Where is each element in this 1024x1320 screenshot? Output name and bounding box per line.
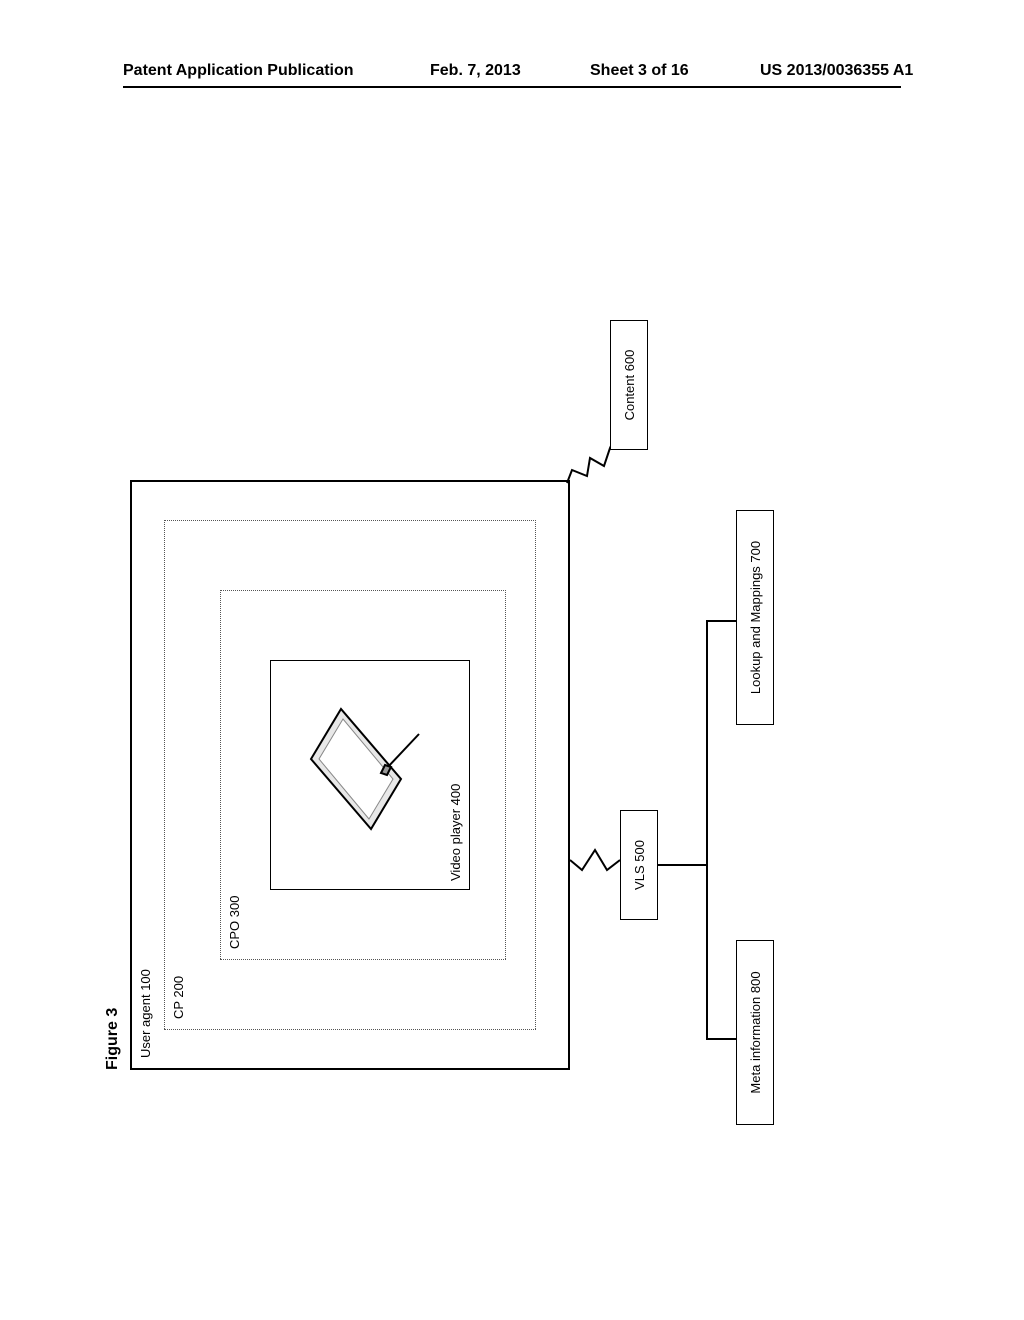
- tablet-device-icon: [301, 699, 436, 839]
- video-player-box: Video player 400: [270, 660, 470, 890]
- header-sheet: Sheet 3 of 16: [590, 62, 689, 80]
- connector-line: [706, 1038, 736, 1040]
- connector-line: [706, 620, 736, 622]
- header-publication-type: Patent Application Publication: [123, 62, 354, 80]
- connector-line: [706, 620, 708, 1040]
- figure-title: Figure 3: [104, 1008, 122, 1070]
- vls-box: VLS 500: [620, 810, 658, 920]
- vls-label: VLS 500: [632, 840, 647, 890]
- lookup-mappings-box: Lookup and Mappings 700: [736, 510, 774, 725]
- meta-information-label: Meta information 800: [748, 971, 763, 1093]
- content-label: Content 600: [622, 350, 637, 421]
- header-publication-number: US 2013/0036355 A1: [760, 62, 913, 80]
- cp-label: CP 200: [171, 976, 186, 1019]
- header-divider: [123, 86, 901, 88]
- zigzag-connector-vls: [570, 840, 620, 880]
- meta-information-box: Meta information 800: [736, 940, 774, 1125]
- connector-line: [658, 864, 708, 866]
- lookup-mappings-label: Lookup and Mappings 700: [748, 541, 763, 694]
- video-player-label: Video player 400: [448, 784, 463, 881]
- user-agent-label: User agent 100: [138, 969, 153, 1058]
- content-box: Content 600: [610, 320, 648, 450]
- cpo-label: CPO 300: [227, 896, 242, 949]
- figure-3-diagram: Figure 3 User agent 100 CP 200 CPO 300 V…: [130, 300, 900, 1070]
- header-publication-date: Feb. 7, 2013: [430, 62, 521, 80]
